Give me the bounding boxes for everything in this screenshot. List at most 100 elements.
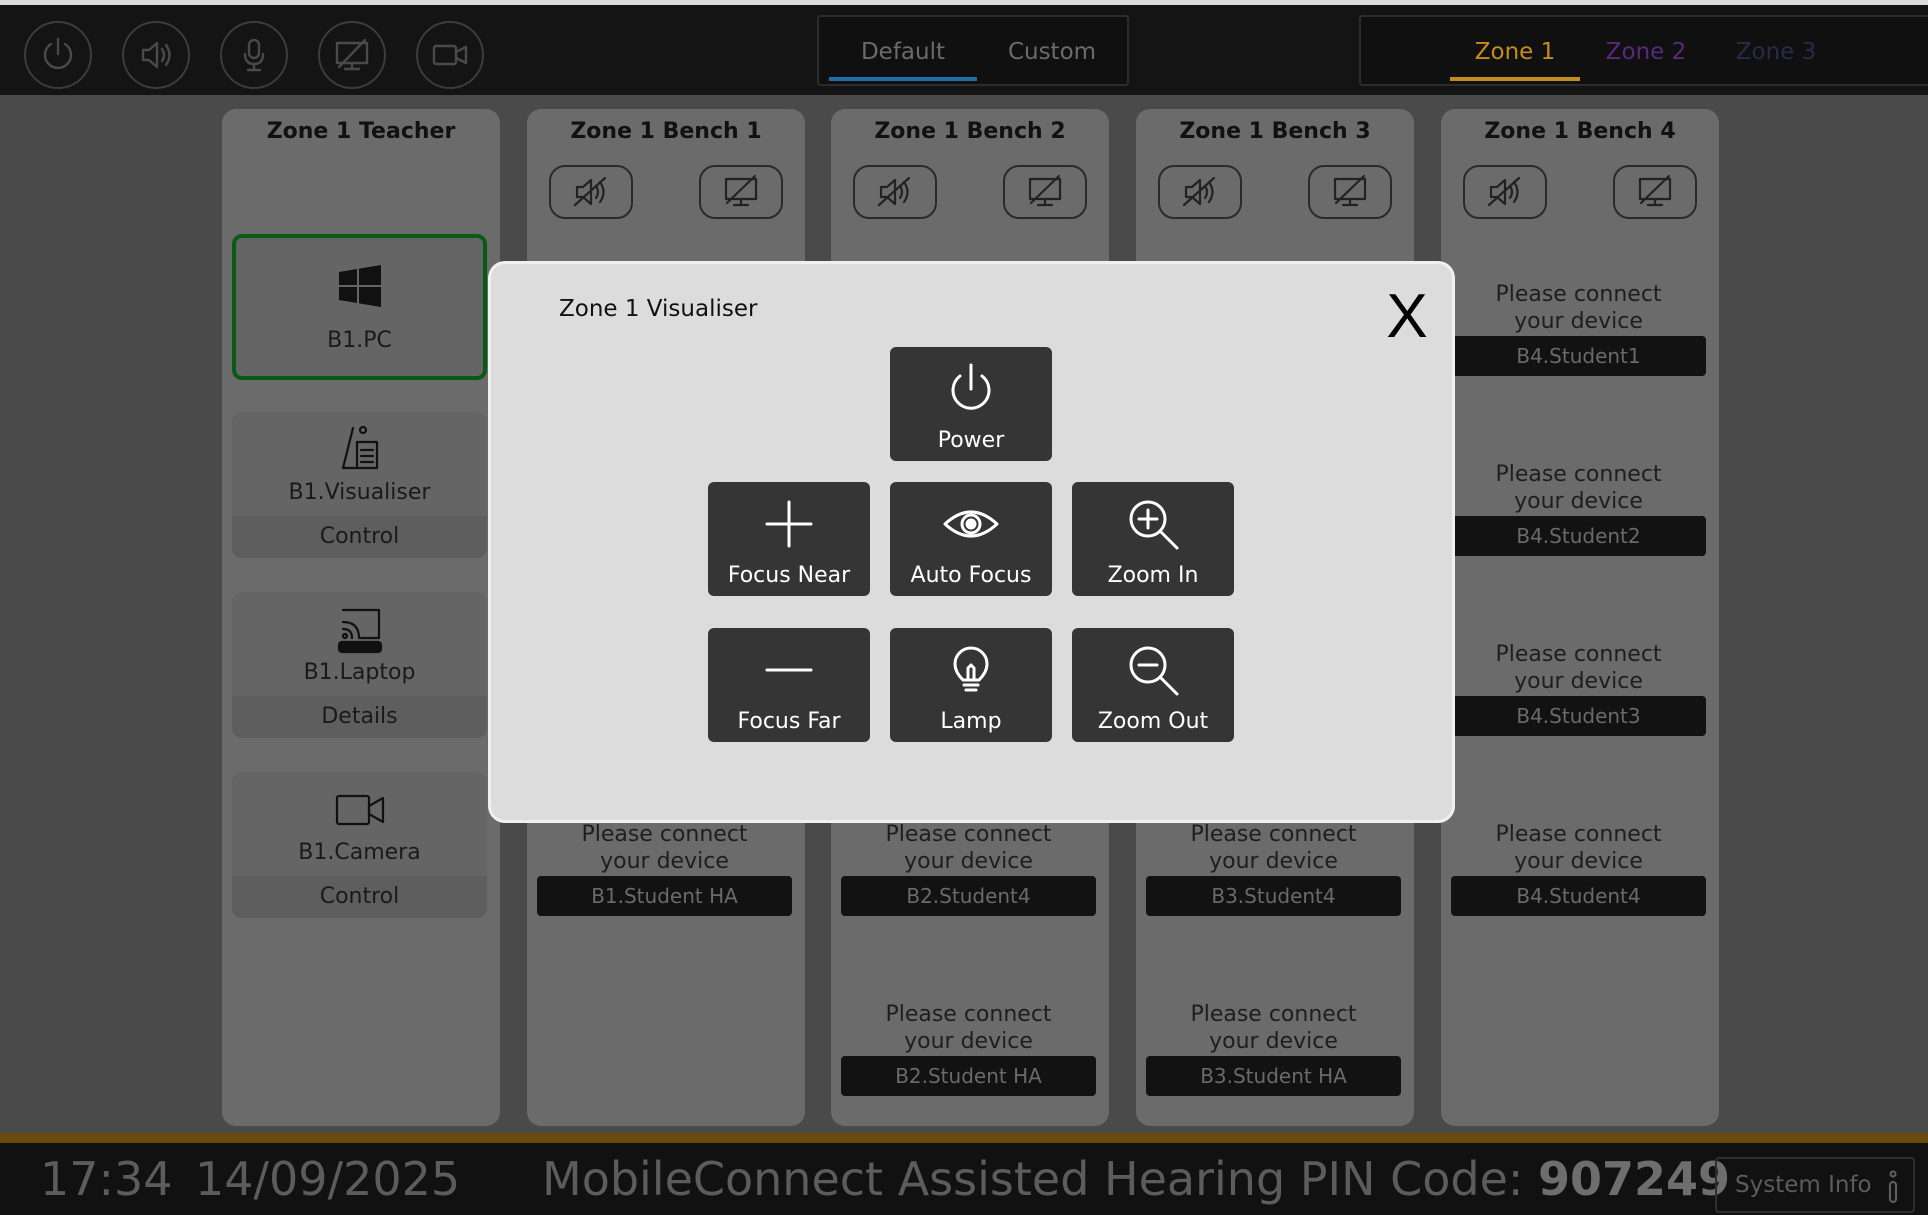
zoom-out-icon	[1129, 646, 1179, 696]
speaker-muted-icon	[877, 176, 911, 207]
slot-label[interactable]: B4.Student3	[1451, 696, 1706, 736]
power-label: Power	[937, 428, 1005, 453]
auto-focus-label: Auto Focus	[910, 563, 1032, 588]
display-off-icon	[724, 174, 758, 207]
focus-near-button[interactable]: Focus Near	[708, 482, 870, 596]
bottom-accent-line	[0, 1133, 1928, 1143]
power-button[interactable]: Power	[890, 347, 1052, 461]
lamp-button[interactable]: Lamp	[890, 628, 1052, 742]
display-off-icon	[1333, 174, 1367, 207]
camera-button[interactable]	[416, 21, 484, 89]
column-title: Zone 1 Bench 2	[874, 119, 1066, 144]
column-title: Zone 1 Bench 1	[570, 119, 762, 144]
zoom-out-button[interactable]: Zoom Out	[1072, 628, 1234, 742]
connect-message: Please connect your device	[1190, 1002, 1357, 1054]
speaker-muted-icon	[573, 176, 607, 207]
slot-label[interactable]: B4.Student2	[1451, 516, 1706, 556]
tab-zone-3[interactable]: Zone 3	[1716, 31, 1836, 81]
mute-bench-button[interactable]	[549, 165, 633, 219]
speaker-button[interactable]	[122, 21, 190, 89]
device-slot: Please connect your device B4.Student4	[1451, 821, 1706, 919]
display-off-icon	[1638, 174, 1672, 207]
slot-label[interactable]: B4.Student1	[1451, 336, 1706, 376]
visualiser-control-button[interactable]: Control	[232, 516, 487, 558]
zoom-in-button[interactable]: Zoom In	[1072, 482, 1234, 596]
display-off-bench-button[interactable]	[699, 165, 783, 219]
windows-icon	[333, 260, 387, 314]
column-title: Zone 1 Teacher	[266, 119, 456, 144]
device-slot: Please connect your device B2.Student HA	[841, 1001, 1096, 1099]
zoom-in-label: Zoom In	[1107, 563, 1199, 588]
column-teacher: Zone 1 Teacher B1.PC B1.Visualiser Contr…	[222, 109, 500, 1126]
speaker-icon	[141, 41, 171, 69]
connect-message: Please connect your device	[1495, 462, 1662, 514]
plus-icon	[765, 500, 813, 548]
connect-message: Please connect your device	[885, 1002, 1052, 1054]
pin-code: 907249	[1538, 1152, 1731, 1206]
tab-zone-2[interactable]: Zone 2	[1586, 31, 1706, 81]
slot-label[interactable]: B2.Student HA	[841, 1056, 1096, 1096]
connect-message: Please connect your device	[1190, 822, 1357, 874]
pin-label: MobileConnect Assisted Hearing PIN Code:	[542, 1152, 1524, 1206]
speaker-muted-icon	[1487, 176, 1521, 207]
zoom-in-icon	[1129, 500, 1179, 550]
device-name: B1.PC	[327, 328, 392, 353]
display-off-bench-button[interactable]	[1613, 165, 1697, 219]
slot-label[interactable]: B4.Student4	[1451, 876, 1706, 916]
device-card-camera[interactable]: B1.Camera Control	[232, 772, 487, 918]
tab-zone-1[interactable]: Zone 1	[1450, 31, 1580, 81]
connect-message: Please connect your device	[581, 822, 748, 874]
mute-bench-button[interactable]	[1158, 165, 1242, 219]
visualiser-modal: Zone 1 Visualiser X Power Focus Near Aut…	[491, 264, 1452, 820]
auto-focus-button[interactable]: Auto Focus	[890, 482, 1052, 596]
slot-label[interactable]: B3.Student4	[1146, 876, 1401, 916]
slot-label[interactable]: B1.Student HA	[537, 876, 792, 916]
zone-tab-group: Zone 1 Zone 2 Zone 3	[1359, 15, 1928, 86]
device-slot: Please connect your device B4.Student1	[1451, 281, 1706, 379]
info-icon	[1888, 1170, 1898, 1204]
speaker-muted-icon	[1182, 176, 1216, 207]
display-off-icon	[1028, 174, 1062, 207]
visualiser-icon	[333, 422, 387, 476]
cast-icon	[333, 602, 387, 656]
column-bench-4: Zone 1 Bench 4 Please connect your device…	[1441, 109, 1719, 1126]
power-icon	[43, 37, 73, 70]
slot-label[interactable]: B3.Student HA	[1146, 1056, 1401, 1096]
device-slot: Please connect your device B3.Student HA	[1146, 1001, 1401, 1099]
clock-time: 17:34	[40, 1152, 173, 1206]
eye-icon	[943, 510, 999, 538]
lightbulb-icon	[953, 646, 989, 692]
laptop-details-button[interactable]: Details	[232, 696, 487, 738]
microphone-button[interactable]	[220, 21, 288, 89]
connect-message: Please connect your device	[1495, 642, 1662, 694]
device-name: B1.Camera	[298, 840, 421, 865]
focus-far-button[interactable]: Focus Far	[708, 628, 870, 742]
device-card-laptop[interactable]: B1.Laptop Details	[232, 592, 487, 738]
tab-custom[interactable]: Custom	[987, 31, 1117, 81]
device-name: B1.Visualiser	[288, 480, 431, 505]
column-title: Zone 1 Bench 3	[1179, 119, 1371, 144]
mute-bench-button[interactable]	[853, 165, 937, 219]
mute-bench-button[interactable]	[1463, 165, 1547, 219]
camera-icon	[432, 44, 468, 66]
bottom-bar: 17:34 14/09/2025 MobileConnect Assisted …	[0, 1143, 1928, 1215]
focus-near-label: Focus Near	[727, 563, 851, 588]
mode-tab-group: Default Custom	[817, 15, 1129, 86]
connect-message: Please connect your device	[885, 822, 1052, 874]
display-icon	[335, 38, 369, 71]
focus-far-label: Focus Far	[737, 709, 841, 734]
device-slot: Please connect your device B1.Student HA	[537, 821, 792, 919]
microphone-icon	[243, 38, 265, 72]
device-card-pc[interactable]: B1.PC	[232, 234, 487, 380]
device-card-visualiser[interactable]: B1.Visualiser Control	[232, 412, 487, 558]
pin-code-text: MobileConnect Assisted Hearing PIN Code:…	[542, 1151, 1730, 1207]
slot-label[interactable]: B2.Student4	[841, 876, 1096, 916]
camera-control-button[interactable]: Control	[232, 876, 487, 918]
display-off-bench-button[interactable]	[1003, 165, 1087, 219]
system-info-button[interactable]: System Info	[1715, 1157, 1915, 1213]
display-off-bench-button[interactable]	[1308, 165, 1392, 219]
power-button[interactable]	[24, 21, 92, 89]
tab-default[interactable]: Default	[829, 31, 977, 81]
close-button[interactable]: X	[1382, 282, 1432, 352]
display-button[interactable]	[318, 21, 386, 89]
